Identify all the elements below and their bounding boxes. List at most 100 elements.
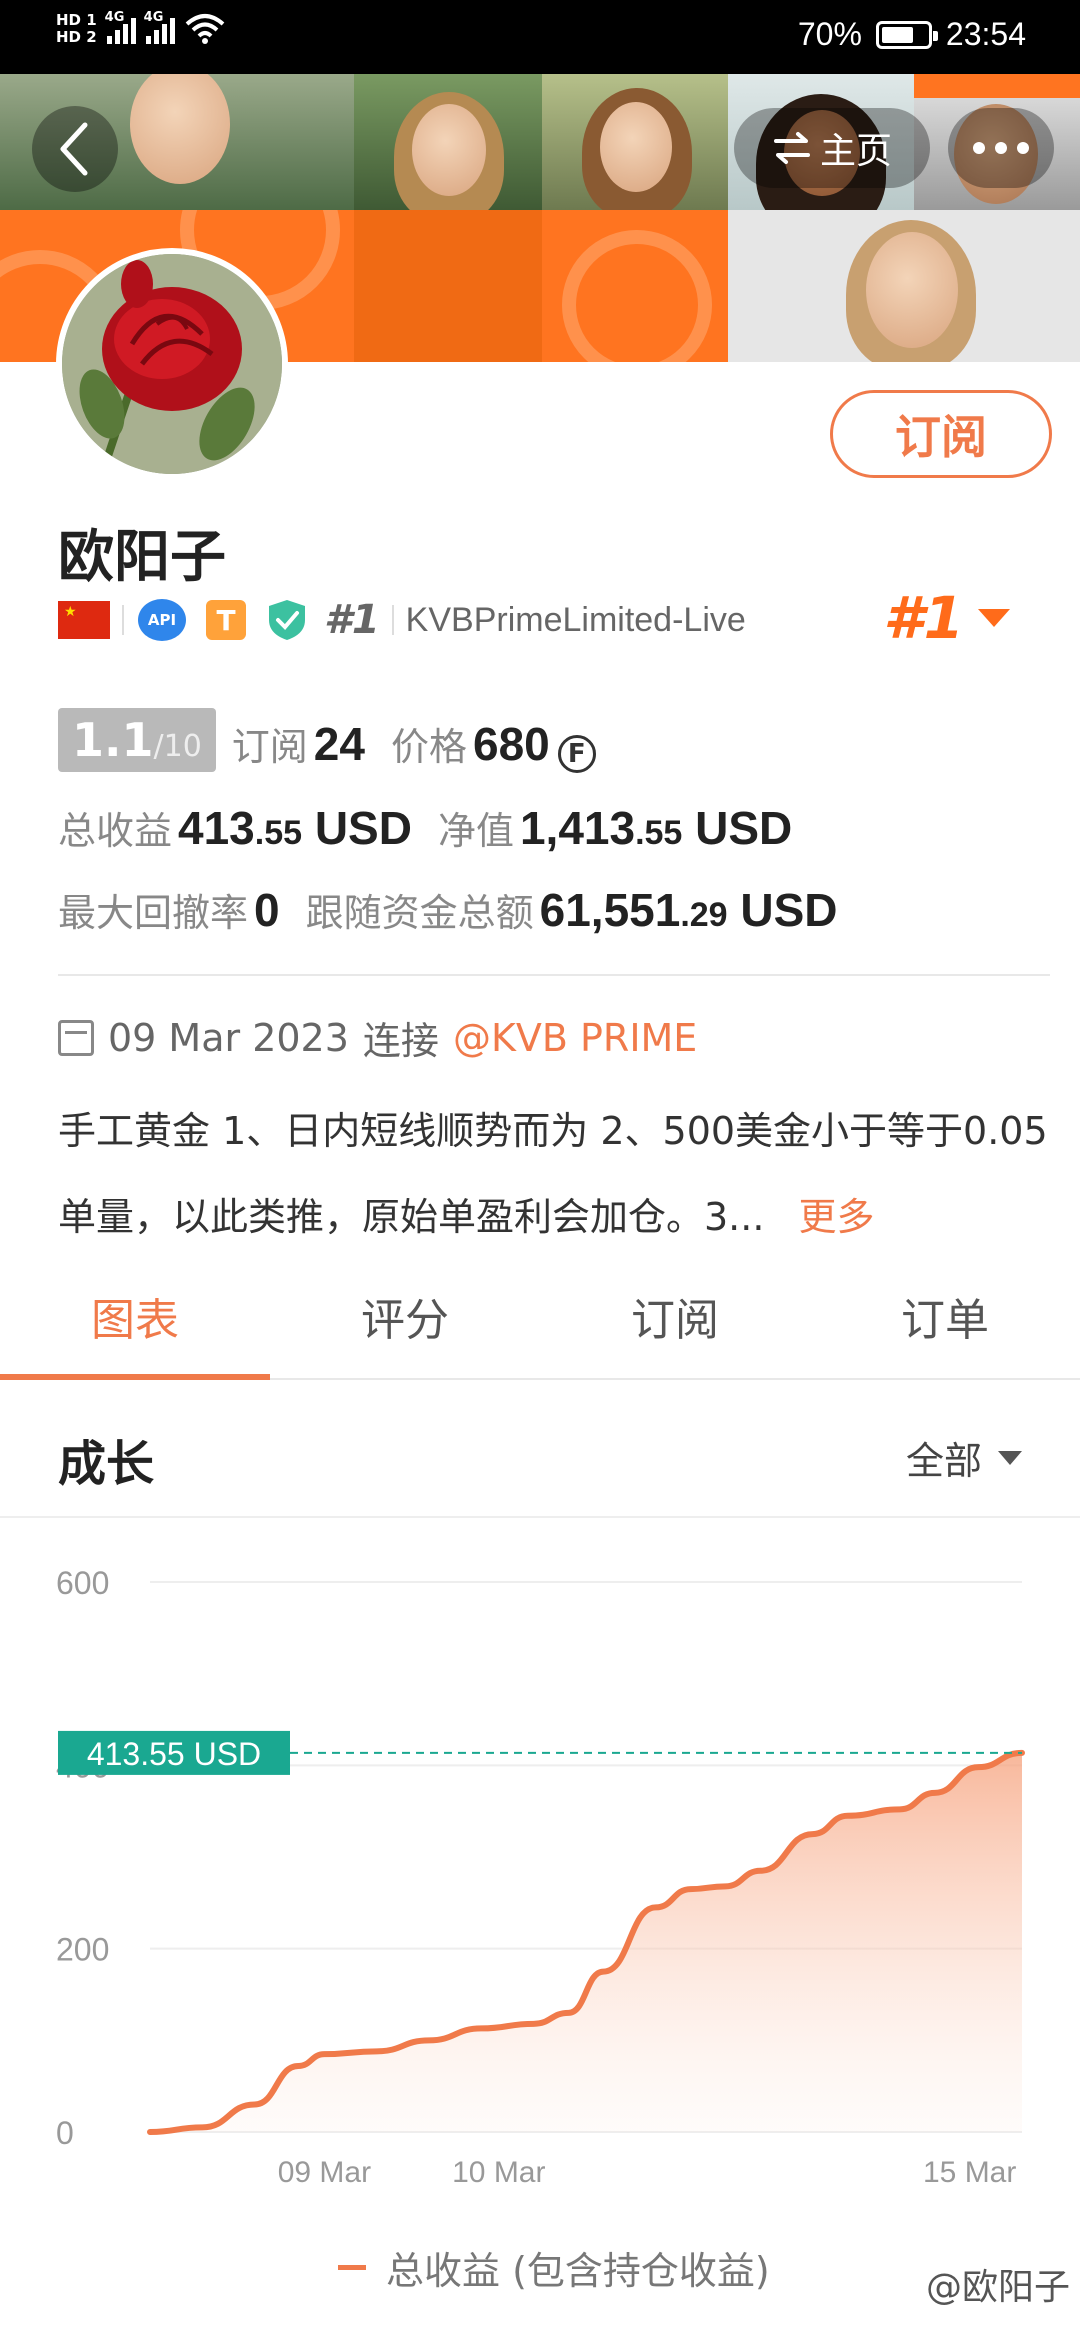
legend-label: 总收益 (包含持仓收益) [386, 2249, 770, 2293]
separator [391, 605, 394, 635]
drawdown-value: 0 [254, 884, 280, 936]
y-tick-label: 200 [56, 1932, 109, 1968]
status-bar: HD 1 HD 2 4G 4G 70% 23:54 [0, 0, 1080, 74]
connection-line: 09 Mar 2023 连接 @KVB PRIME [58, 1010, 697, 1065]
x-tick-label: 15 Mar [923, 2156, 1016, 2189]
china-flag-icon: ★ [58, 601, 110, 639]
hd-indicators: HD 1 HD 2 [56, 12, 97, 46]
battery-percent: 70% [797, 16, 862, 52]
banner-photo-3 [542, 74, 728, 210]
wifi-icon [185, 14, 224, 44]
badge-row: ★ API T #1 KVBPrimeLimited-Live [58, 596, 746, 644]
dot-icon [973, 142, 985, 154]
equity-int: 1,413 [519, 802, 636, 854]
banner-photo-6 [728, 210, 1080, 362]
profit-unit: USD [314, 802, 412, 854]
tab-rating[interactable]: 评分 [270, 1276, 540, 1378]
stats-row-1: 1.1 /10 订阅 24 价格 680 F [58, 708, 1048, 776]
tab-orders[interactable]: 订单 [810, 1276, 1080, 1378]
tab-chart[interactable]: 图表 [0, 1276, 270, 1380]
signal-icon-2: 4G [144, 10, 175, 44]
follow-value: 61,551.29 USD [540, 883, 838, 937]
follow-dec: .29 [680, 896, 728, 934]
coin-icon: F [557, 735, 596, 773]
subscribe-button[interactable]: 订阅 [830, 390, 1052, 478]
follow-unit: USD [740, 884, 838, 936]
subs-label: 订阅 [231, 725, 308, 769]
rank-small: #1 [324, 597, 380, 643]
score-badge: 1.1 /10 [58, 708, 216, 772]
more-link[interactable]: 更多 [799, 1195, 875, 1239]
y-tick-label: 600 [56, 1565, 109, 1601]
connection-date: 09 Mar 2023 [108, 1015, 349, 1060]
follow-int: 61,551 [539, 884, 681, 936]
profile-name: 欧阳子 [58, 525, 226, 590]
rose-image [62, 254, 282, 474]
status-right: 70% 23:54 [798, 16, 1026, 53]
banner-strip [914, 74, 1080, 98]
rank-big-label: #1 [883, 584, 964, 652]
home-button[interactable]: 主页 [734, 108, 930, 188]
description-text: 手工黄金 1、日内短线顺势而为 2、500美金小于等于0.05单量，以此类推，原… [58, 1109, 1048, 1239]
broker-link[interactable]: @KVB PRIME [453, 1016, 697, 1060]
banner-pattern-3 [542, 210, 728, 362]
stats-row-3: 最大回撤率 0 跟随资金总额 61,551.29 USD [58, 882, 1048, 937]
profit-int: 413 [178, 802, 255, 854]
growth-section-header: 成长 全部 [0, 1388, 1080, 1518]
legend-swatch [338, 2265, 366, 2270]
battery-icon [875, 20, 938, 49]
signal-icon: 4G [105, 10, 136, 44]
back-button[interactable] [32, 106, 118, 192]
separator [122, 605, 124, 635]
network-type-2: 4G [143, 10, 164, 25]
growth-chart: 6004002000413.55 USD09 Mar10 Mar15 Mar [56, 1565, 1025, 2189]
profit-value: 413.55 USD [178, 801, 412, 855]
banner-photo-2 [354, 74, 542, 210]
score-main: 1.1 [72, 713, 154, 767]
banner-pattern-2 [354, 210, 542, 362]
current-value-label: 413.55 USD [87, 1736, 261, 1772]
calendar-icon [58, 1019, 94, 1056]
tab-subscription[interactable]: 订阅 [540, 1276, 810, 1378]
price-value: 680 [472, 718, 550, 770]
price-label: 价格 [390, 725, 467, 769]
network-type-1: 4G [104, 10, 125, 25]
status-left: HD 1 HD 2 4G 4G [56, 10, 225, 46]
follow-label: 跟随资金总额 [305, 891, 534, 935]
switch-icon [773, 132, 810, 164]
divider [58, 974, 1050, 976]
y-tick-label: 0 [56, 2115, 74, 2151]
chart-legend: 总收益 (包含持仓收益) [338, 2240, 770, 2295]
watermark: @欧阳子 [925, 2267, 1070, 2308]
verified-shield-icon [269, 600, 305, 640]
more-options-button[interactable] [948, 108, 1054, 188]
subs-value: 24 [313, 718, 365, 770]
score-total: /10 [153, 729, 202, 764]
connect-label: 连接 [362, 1019, 439, 1063]
range-filter-label: 全部 [905, 1439, 982, 1483]
dropdown-arrow-icon [998, 1450, 1022, 1465]
broker-name: KVBPrimeLimited-Live [405, 600, 746, 639]
equity-unit: USD [695, 802, 793, 854]
equity-dec: .55 [635, 814, 683, 852]
clock: 23:54 [945, 16, 1026, 52]
equity-label: 净值 [437, 809, 514, 853]
home-label: 主页 [819, 131, 892, 172]
profit-dec: .55 [254, 814, 303, 852]
stats-row-2: 总收益 413.55 USD 净值 1,413.55 USD [58, 800, 1048, 855]
dot-icon [1017, 142, 1029, 154]
dropdown-arrow-icon [978, 609, 1010, 627]
section-title: 成长 [58, 1436, 155, 1492]
api-badge: API [138, 599, 186, 641]
t-badge: T [206, 600, 246, 640]
equity-value: 1,413.55 USD [520, 801, 792, 855]
profit-label: 总收益 [58, 809, 173, 853]
hd1-label: HD 1 [56, 11, 97, 29]
x-tick-label: 09 Mar [278, 2156, 371, 2189]
tab-bar: 图表 评分 订阅 订单 [0, 1276, 1080, 1380]
rank-dropdown[interactable]: #1 [883, 584, 1010, 652]
chevron-left-icon [60, 122, 88, 176]
avatar[interactable] [56, 248, 288, 480]
range-filter[interactable]: 全部 [906, 1430, 1022, 1485]
strategy-description: 手工黄金 1、日内短线顺势而为 2、500美金小于等于0.05单量，以此类推，原… [58, 1088, 1048, 1260]
